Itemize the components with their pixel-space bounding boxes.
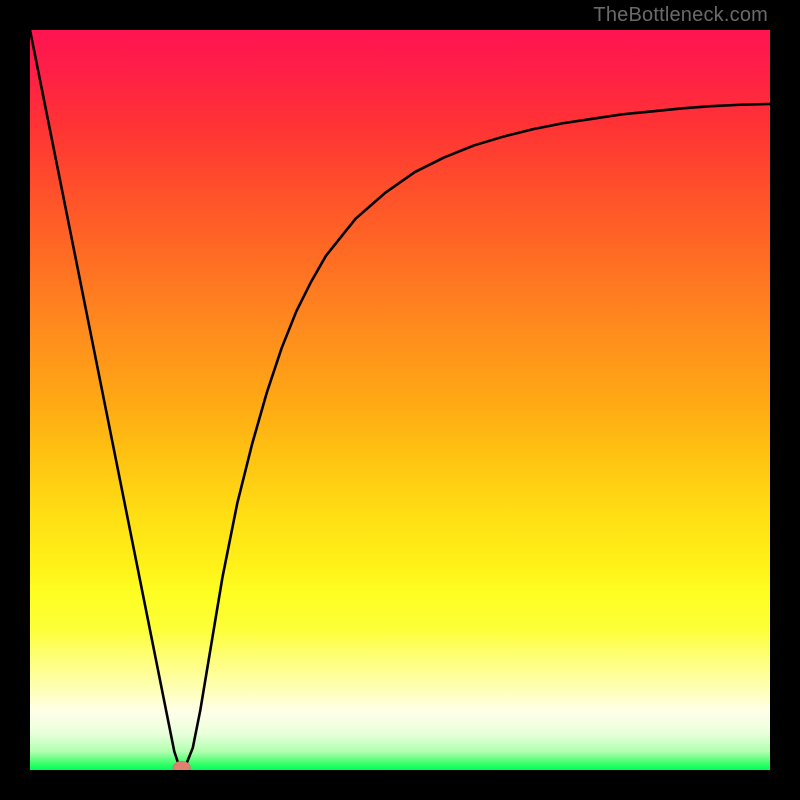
chart-frame: TheBottleneck.com <box>0 0 800 800</box>
bottleneck-curve <box>30 30 770 768</box>
chart-svg <box>30 30 770 770</box>
chart-plot-area <box>30 30 770 770</box>
watermark-text: TheBottleneck.com <box>593 4 768 27</box>
